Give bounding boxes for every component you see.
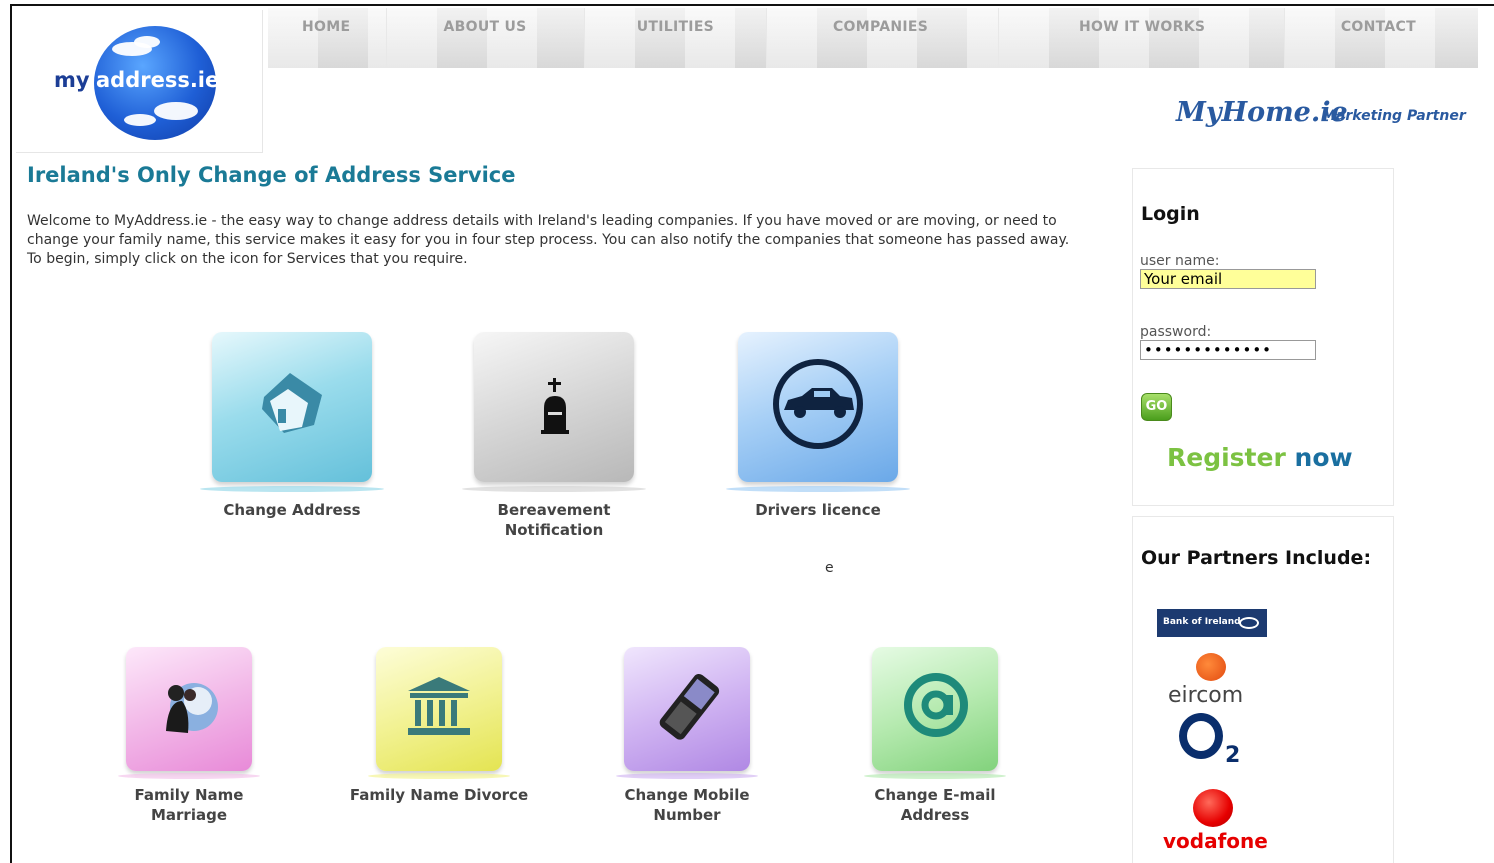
nav-utilities[interactable]: UTILITIES — [584, 8, 767, 68]
password-field[interactable] — [1140, 340, 1316, 360]
logo-text-domain: address.ie — [96, 68, 220, 92]
nav-home[interactable]: HOME — [268, 8, 387, 68]
main-navigation: HOME ABOUT US UTILITIES COMPANIES HOW IT… — [268, 8, 1479, 68]
nav-label: CONTACT — [1340, 19, 1416, 35]
partner-name: eircom — [1168, 683, 1244, 708]
o2-subscript: 2 — [1225, 743, 1241, 768]
now-word: now — [1294, 443, 1353, 472]
partners-panel: Our Partners Include: Bank of Ireland ei… — [1132, 516, 1394, 863]
nav-contact[interactable]: CONTACT — [1284, 8, 1479, 68]
vodafone-quote-icon — [1193, 789, 1233, 827]
login-title: Login — [1141, 203, 1200, 225]
go-button[interactable]: GO — [1141, 393, 1172, 421]
site-logo[interactable]: my address.ie — [16, 10, 263, 153]
username-field[interactable] — [1140, 269, 1316, 289]
username-label: user name: — [1140, 253, 1220, 269]
house-icon — [262, 373, 322, 433]
partner-name: Bank of Ireland — [1163, 617, 1241, 627]
o2-logo[interactable]: 2 — [1179, 713, 1249, 773]
nav-about-us[interactable]: ABOUT US — [386, 8, 585, 68]
login-panel: Login user name: password: GO Register n… — [1132, 168, 1394, 506]
vodafone-logo[interactable]: vodafone — [1161, 787, 1268, 857]
service-label: Bereavement Notification — [497, 501, 611, 539]
eircom-swirl-icon — [1196, 653, 1226, 681]
at-sign-icon — [904, 673, 968, 737]
page-title: Ireland's Only Change of Address Service — [27, 163, 516, 187]
nav-label: HOW IT WORKS — [1079, 19, 1206, 35]
logo-text-my: my — [54, 68, 90, 92]
page-frame: my address.ie HOME ABOUT US UTILITIES CO… — [10, 4, 1494, 863]
mobile-phone-icon — [659, 674, 720, 740]
service-label: Change E-mail Address — [874, 786, 996, 824]
service-label: Change Mobile Number — [624, 786, 750, 824]
bank-of-ireland-logo[interactable]: Bank of Ireland — [1157, 609, 1267, 637]
nav-how-it-works[interactable]: HOW IT WORKS — [999, 8, 1285, 68]
tombstone-icon — [541, 378, 569, 434]
partner-name: vodafone — [1163, 829, 1268, 853]
password-label: password: — [1140, 324, 1212, 340]
register-now-link[interactable]: Register now — [1167, 443, 1353, 472]
partners-title: Our Partners Include: — [1141, 547, 1372, 569]
courthouse-icon — [408, 677, 470, 735]
o2-ring-icon — [1179, 713, 1223, 759]
stray-character: e — [825, 560, 834, 576]
service-label: Drivers licence — [755, 501, 881, 519]
nav-label: UTILITIES — [636, 19, 715, 35]
service-label: Family Name Marriage — [134, 786, 244, 824]
boi-emblem-icon — [1239, 617, 1259, 629]
intro-text: Welcome to MyAddress.ie - the easy way t… — [27, 213, 1070, 267]
service-label: Family Name Divorce — [349, 786, 529, 804]
register-word: Register — [1167, 443, 1286, 472]
nav-label: COMPANIES — [832, 19, 929, 35]
car-icon — [773, 359, 863, 449]
nav-label: ABOUT US — [443, 19, 527, 35]
couple-icon — [166, 683, 218, 733]
nav-companies[interactable]: COMPANIES — [766, 8, 999, 68]
nav-label: HOME — [302, 19, 351, 35]
eircom-logo[interactable]: eircom — [1163, 653, 1259, 709]
marketing-partner-tag: Marketing Partner — [1322, 108, 1466, 124]
service-label: Change Address — [223, 501, 361, 519]
